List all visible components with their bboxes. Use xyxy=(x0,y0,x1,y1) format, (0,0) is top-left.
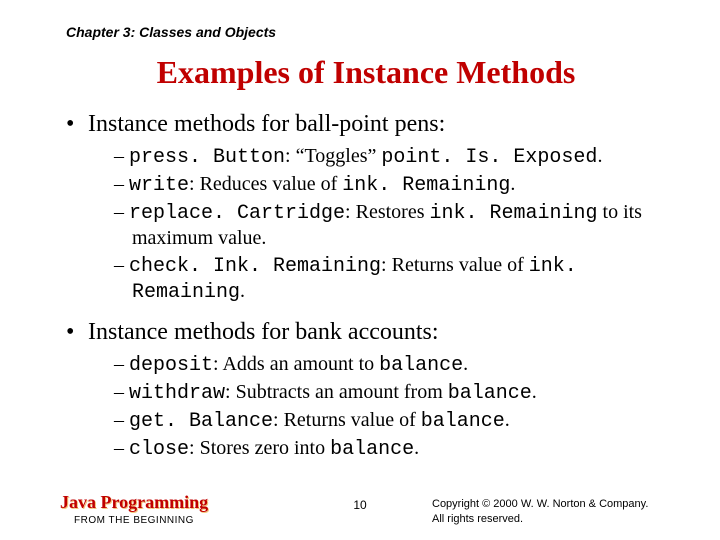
text-span: . xyxy=(414,437,419,459)
list-item: replace. Cartridge: Restores ink. Remain… xyxy=(114,200,672,251)
copyright-line: All rights reserved. xyxy=(432,512,672,526)
code-span: get. Balance xyxy=(129,410,273,433)
list-item: withdraw: Subtracts an amount from balan… xyxy=(114,380,672,406)
copyright: Copyright © 2000 W. W. Norton & Company.… xyxy=(432,497,672,526)
code-span: write xyxy=(129,174,189,197)
text-span: : “Toggles” xyxy=(285,145,381,167)
text-span: : Reduces value of xyxy=(189,173,342,195)
bullet-text: Instance methods for ball-point pens: xyxy=(88,111,445,137)
bullet-pens: Instance methods for ball-point pens: pr… xyxy=(68,111,672,305)
list-item: get. Balance: Returns value of balance. xyxy=(114,408,672,434)
code-span: ink. Remaining xyxy=(429,202,597,225)
bullet-bank: Instance methods for bank accounts: depo… xyxy=(68,319,672,462)
code-span: balance xyxy=(330,438,414,461)
text-span: . xyxy=(505,409,510,431)
text-span: . xyxy=(510,173,515,195)
slide-title: Examples of Instance Methods xyxy=(60,54,672,91)
list-item: close: Stores zero into balance. xyxy=(114,436,672,462)
code-span: point. Is. Exposed xyxy=(381,146,597,169)
code-span: balance xyxy=(421,410,505,433)
code-span: press. Button xyxy=(129,146,285,169)
brand-title: Java Programming xyxy=(60,492,208,513)
code-span: ink. Remaining xyxy=(342,174,510,197)
pens-sublist: press. Button: “Toggles” point. Is. Expo… xyxy=(114,144,672,305)
copyright-line: Copyright © 2000 W. W. Norton & Company. xyxy=(432,497,672,511)
bank-sublist: deposit: Adds an amount to balance. with… xyxy=(114,352,672,462)
slide: Chapter 3: Classes and Objects Examples … xyxy=(0,0,720,540)
text-span: : Returns value of xyxy=(273,409,421,431)
text-span: . xyxy=(463,353,468,375)
bullet-list: Instance methods for ball-point pens: pr… xyxy=(68,111,672,462)
code-span: withdraw xyxy=(129,382,225,405)
footer: Java Programming FROM THE BEGINNING Copy… xyxy=(0,492,720,526)
brand-subtitle: FROM THE BEGINNING xyxy=(74,515,208,526)
text-span: : Returns value of xyxy=(381,254,529,276)
code-span: balance xyxy=(379,354,463,377)
text-span: . xyxy=(532,381,537,403)
code-span: balance xyxy=(448,382,532,405)
code-span: check. Ink. Remaining xyxy=(129,255,381,278)
code-span: deposit xyxy=(129,354,213,377)
list-item: write: Reduces value of ink. Remaining. xyxy=(114,172,672,198)
bullet-text: Instance methods for bank accounts: xyxy=(88,319,439,345)
text-span: . xyxy=(240,280,245,302)
code-span: replace. Cartridge xyxy=(129,202,345,225)
text-span: : Subtracts an amount from xyxy=(225,381,448,403)
list-item: check. Ink. Remaining: Returns value of … xyxy=(114,253,672,305)
list-item: press. Button: “Toggles” point. Is. Expo… xyxy=(114,144,672,170)
text-span: : Stores zero into xyxy=(189,437,330,459)
text-span: : Restores xyxy=(345,201,429,223)
code-span: close xyxy=(129,438,189,461)
text-span: . xyxy=(597,145,602,167)
text-span: : Adds an amount to xyxy=(213,353,379,375)
list-item: deposit: Adds an amount to balance. xyxy=(114,352,672,378)
chapter-label: Chapter 3: Classes and Objects xyxy=(66,24,672,40)
brand: Java Programming FROM THE BEGINNING xyxy=(60,492,208,526)
